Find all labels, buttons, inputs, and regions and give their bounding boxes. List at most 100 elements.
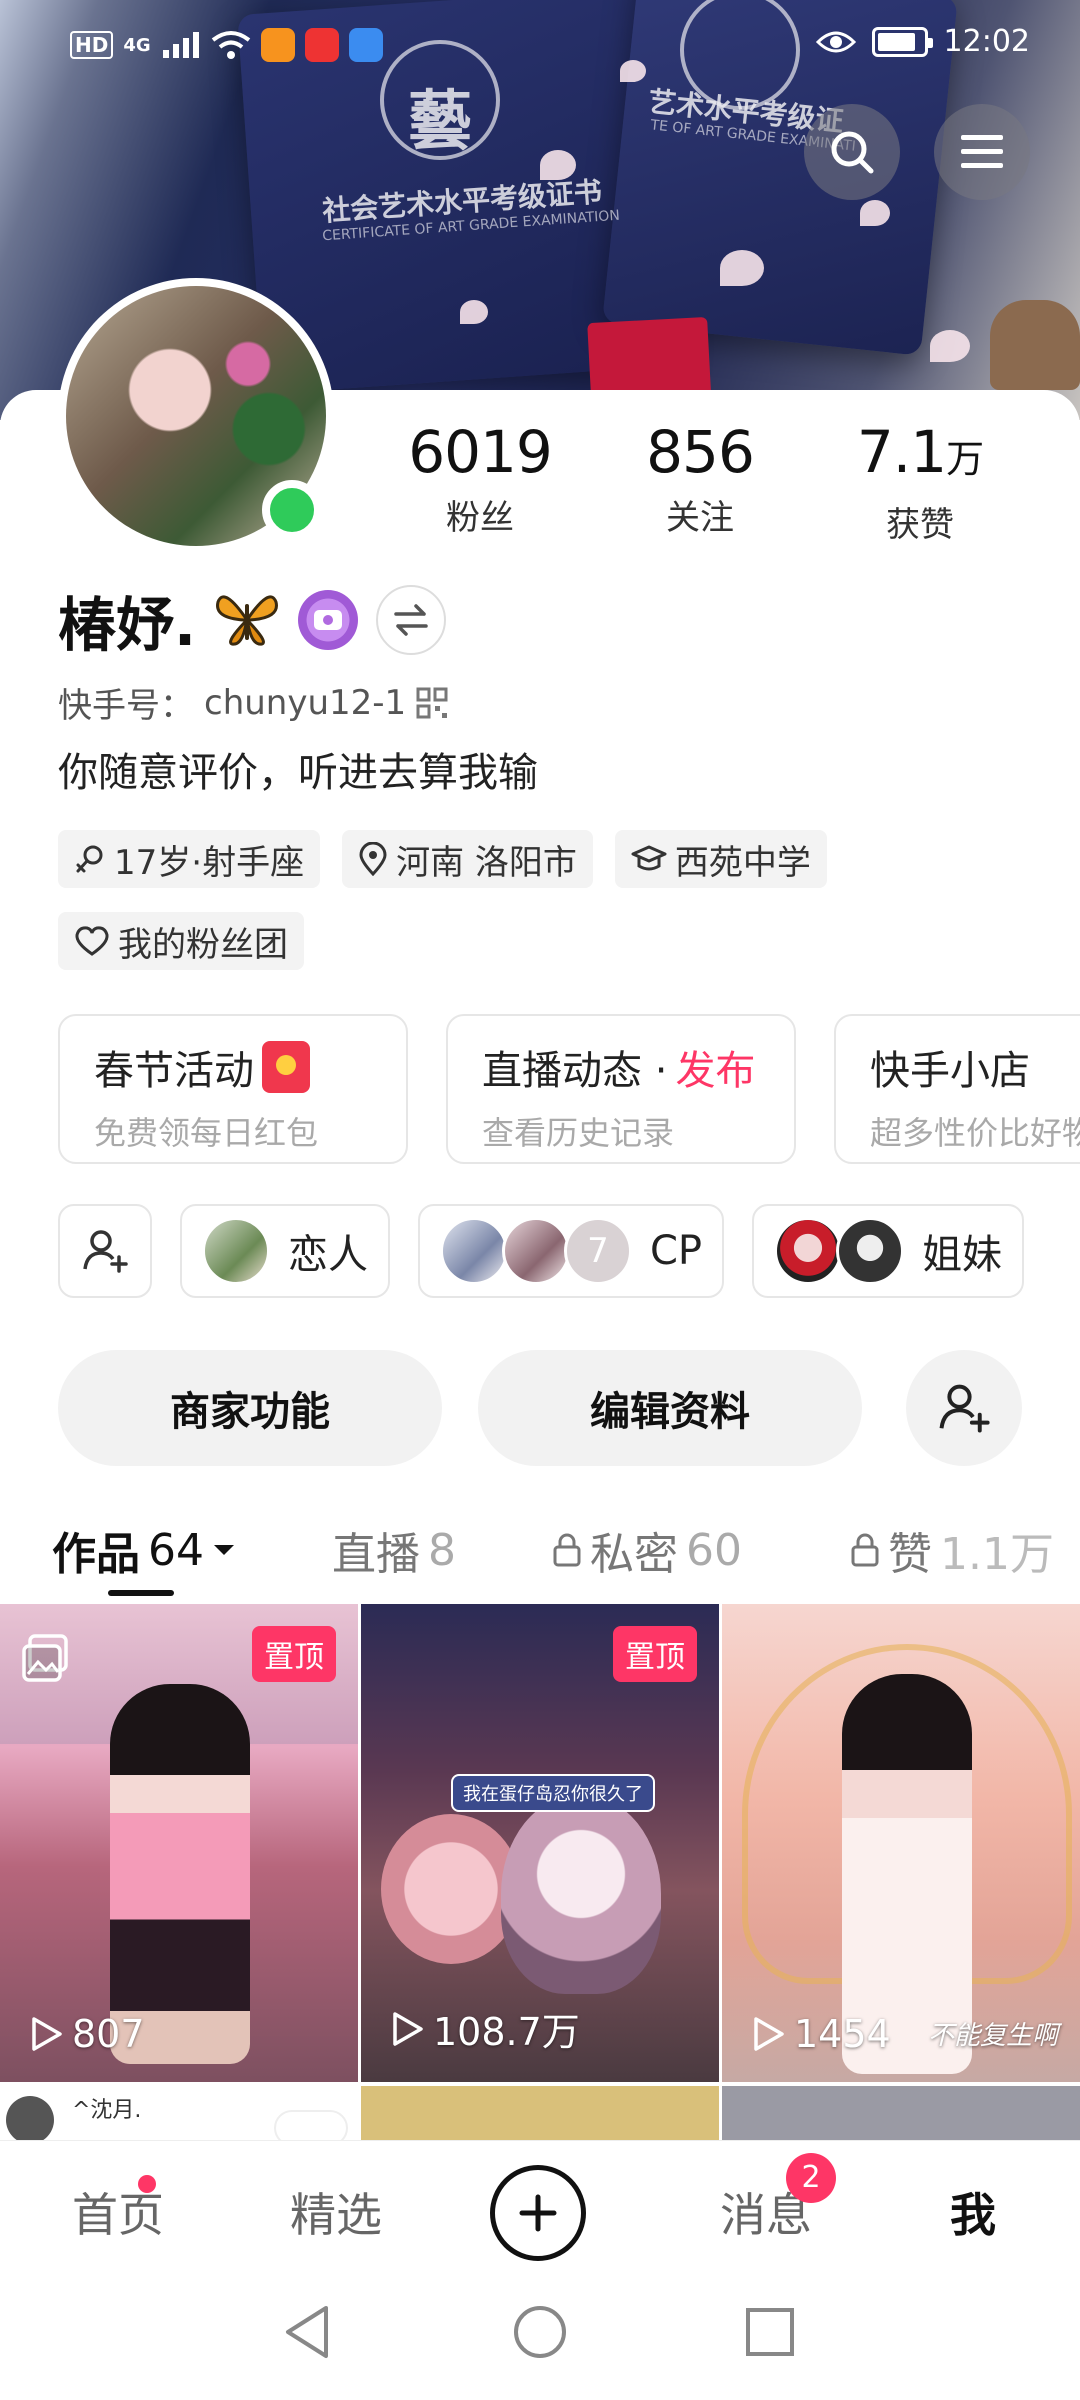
- feature-live-updates[interactable]: 直播动态 · 发布 查看历史记录: [446, 1014, 796, 1164]
- app-notification-icon: [260, 28, 295, 62]
- tag-label: 17岁·射手座: [114, 842, 305, 883]
- likes-stat[interactable]: 7.1万 获赞: [820, 420, 1020, 546]
- followers-label: 粉丝: [446, 498, 514, 538]
- petal: [540, 150, 576, 180]
- egg-character: [381, 1814, 521, 1964]
- feature-subtitle: 查看历史记录: [482, 1114, 675, 1152]
- tag-fan-club[interactable]: 我的粉丝团: [58, 912, 304, 970]
- tab-private[interactable]: 私密 60: [552, 1518, 742, 1582]
- album-icon: [22, 1634, 68, 1682]
- video-tile-peek[interactable]: ^沈月.: [0, 2086, 358, 2146]
- play-icon: [754, 2017, 784, 2051]
- qr-code-icon[interactable]: [416, 687, 448, 719]
- location-pin-icon: [359, 842, 387, 876]
- clock: 12:02: [943, 24, 1030, 59]
- edit-profile-button[interactable]: 编辑资料: [478, 1350, 862, 1466]
- eye-icon: [815, 31, 856, 52]
- plus-icon: [519, 2194, 557, 2232]
- search-icon: [831, 131, 874, 174]
- view-count: 807: [30, 2012, 145, 2056]
- video-tile[interactable]: 我在蛋仔岛忍你很久了 置顶 108.7万: [361, 1604, 719, 2082]
- relation-sisters[interactable]: 姐妹: [752, 1204, 1025, 1298]
- view-count-value: 108.7万: [433, 2010, 580, 2054]
- game-app-icon: [348, 28, 383, 62]
- peek-name: ^沈月.: [72, 2098, 142, 2123]
- badge-inner-icon: [314, 610, 343, 630]
- feature-spring-festival[interactable]: 春节活动 免费领每日红包: [58, 1014, 408, 1164]
- caret-down-icon: [214, 1545, 234, 1555]
- tag-label: 河南 洛阳市: [396, 842, 577, 883]
- petal: [930, 330, 970, 362]
- menu-button[interactable]: [934, 104, 1030, 200]
- petal: [460, 300, 488, 324]
- add-person-icon: [939, 1384, 990, 1433]
- heart-icon: [75, 926, 109, 956]
- name-row: 椿妤.: [58, 578, 447, 662]
- relation-avatar: [836, 1217, 905, 1285]
- swap-arrows-icon: [394, 604, 428, 636]
- tag-school[interactable]: 西苑中学: [614, 830, 827, 888]
- relation-lover[interactable]: 恋人: [180, 1204, 390, 1298]
- relation-label: 恋人: [288, 1232, 368, 1278]
- add-person-icon: [83, 1230, 128, 1273]
- tab-live[interactable]: 直播 8: [332, 1518, 456, 1582]
- play-icon: [32, 2017, 62, 2051]
- level-badge-icon[interactable]: [298, 590, 359, 650]
- wifi-icon: [211, 31, 250, 59]
- recent-apps-icon[interactable]: [742, 2304, 798, 2360]
- feature-cards: 春节活动 免费领每日红包 直播动态 · 发布 查看历史记录 快手小店 超多性价比…: [58, 1014, 1080, 1164]
- messages-badge: 2: [786, 2153, 836, 2203]
- play-icon: [393, 2011, 423, 2046]
- likes-unit: 万: [946, 437, 984, 481]
- followers-stat[interactable]: 6019 粉丝: [380, 420, 580, 546]
- nav-me[interactable]: 我: [950, 2179, 996, 2245]
- tab-label: 直播: [332, 1529, 420, 1580]
- likes-count: 7.1: [856, 418, 947, 486]
- profile-actions: 商家功能 编辑资料: [58, 1350, 1022, 1466]
- video-tile-peek[interactable]: [361, 2086, 719, 2146]
- relation-avatar-count: 7: [564, 1217, 632, 1285]
- relation-label: 姐妹: [922, 1232, 1003, 1278]
- relation-cp[interactable]: 7 CP: [418, 1204, 725, 1298]
- add-relation-button[interactable]: [58, 1204, 152, 1298]
- tag-location[interactable]: 河南 洛阳市: [342, 830, 593, 888]
- view-count-value: 1454: [794, 2012, 891, 2056]
- publish-link[interactable]: 发布: [675, 1038, 755, 1096]
- plant-decoration: [990, 300, 1080, 390]
- video-tile-peek[interactable]: [722, 2086, 1080, 2146]
- egg-character-2: [501, 1794, 661, 1994]
- back-icon[interactable]: [280, 2302, 336, 2362]
- following-label: 关注: [666, 498, 734, 538]
- signal-icon: [162, 32, 199, 58]
- create-button[interactable]: [490, 2165, 586, 2261]
- likes-label: 获赞: [886, 505, 954, 545]
- tag-age-zodiac[interactable]: 17岁·射手座: [58, 830, 321, 888]
- nav-featured[interactable]: 精选: [290, 2179, 382, 2245]
- feature-shop[interactable]: 快手小店 超多性价比好物: [834, 1014, 1080, 1164]
- relation-avatar: [774, 1217, 843, 1285]
- following-stat[interactable]: 856 关注: [600, 420, 800, 546]
- graduation-cap-icon: [631, 845, 667, 871]
- merchant-functions-button[interactable]: 商家功能: [58, 1350, 442, 1466]
- kuaishou-id-row[interactable]: 快手号： chunyu12-1: [58, 678, 448, 727]
- video-tile[interactable]: 不能复生啊 1454: [722, 1604, 1080, 2082]
- feature-title: 快手小店: [870, 1048, 1030, 1094]
- add-friend-button[interactable]: [906, 1350, 1022, 1466]
- battery-icon: [871, 26, 933, 57]
- system-navigation-bar: [0, 2280, 1080, 2400]
- red-envelope-icon: [262, 1041, 310, 1093]
- active-tab-indicator: [108, 1590, 174, 1596]
- video-tile[interactable]: 置顶 807: [0, 1604, 358, 2082]
- following-count: 856: [646, 418, 755, 486]
- home-circle-icon[interactable]: [510, 2302, 570, 2362]
- search-button[interactable]: [804, 104, 900, 200]
- tab-count: 1.1万: [940, 1529, 1054, 1580]
- tab-likes[interactable]: 赞 1.1万: [850, 1518, 1054, 1582]
- tab-count: 8: [428, 1524, 456, 1576]
- feature-title: 直播动态 ·: [482, 1048, 668, 1094]
- switch-account-button[interactable]: [376, 585, 447, 655]
- profile-stats: 6019 粉丝 856 关注 7.1万 获赞: [380, 420, 1020, 546]
- relation-avatar: [440, 1217, 508, 1285]
- tag-label: 西苑中学: [674, 842, 811, 883]
- tab-works[interactable]: 作品 64: [52, 1518, 236, 1582]
